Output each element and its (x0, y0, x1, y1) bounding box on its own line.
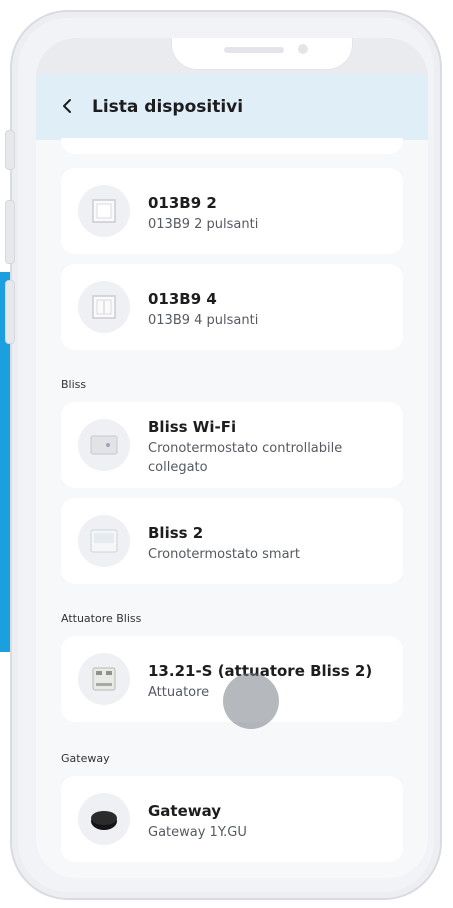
device-card-bliss-wifi[interactable]: Bliss Wi-Fi Cronotermostato controllabil… (61, 402, 403, 488)
phone-notch (171, 38, 353, 70)
device-description: Cronotermostato controllabile collegato (148, 441, 343, 475)
app-header: Lista dispositivi (36, 74, 428, 140)
actuator-icon (78, 653, 130, 705)
speaker (224, 47, 284, 53)
phone-screen: Lista dispositivi 013B9 2 013B9 2 pulsan… (36, 38, 428, 878)
device-name: Bliss Wi-Fi (148, 418, 237, 436)
section-label-gateway: Gateway (61, 752, 110, 765)
section-label-bliss: Bliss (61, 378, 87, 391)
section-label-attuatore-bliss: Attuatore Bliss (61, 612, 142, 625)
phone-side-button (5, 200, 15, 264)
back-arrow-icon[interactable] (60, 97, 80, 117)
phone-side-button (5, 280, 15, 344)
device-description: 013B9 4 pulsanti (148, 313, 259, 328)
phone-side-button (5, 130, 15, 170)
device-name: Bliss 2 (148, 524, 204, 542)
device-card-bliss-2[interactable]: Bliss 2 Cronotermostato smart (61, 498, 403, 584)
device-card-013b9-2[interactable]: 013B9 2 013B9 2 pulsanti (61, 168, 403, 254)
switch-2-icon (78, 185, 130, 237)
touch-indicator (223, 673, 279, 729)
list-item[interactable] (61, 138, 403, 154)
device-description: Cronotermostato smart (148, 547, 300, 562)
thermostat-icon (78, 515, 130, 567)
device-description: 013B9 2 pulsanti (148, 217, 259, 232)
device-description: Gateway 1Y.GU (148, 825, 247, 840)
gateway-icon (78, 793, 130, 845)
device-name: Gateway (148, 802, 222, 820)
page-title: Lista dispositivi (92, 97, 244, 117)
device-name: 013B9 4 (148, 290, 217, 308)
thermostat-wifi-icon (78, 419, 130, 471)
switch-4-icon (78, 281, 130, 333)
camera (298, 44, 308, 54)
device-card-gateway[interactable]: Gateway Gateway 1Y.GU (61, 776, 403, 862)
device-name: 013B9 2 (148, 194, 217, 212)
device-card-013b9-4[interactable]: 013B9 4 013B9 4 pulsanti (61, 264, 403, 350)
